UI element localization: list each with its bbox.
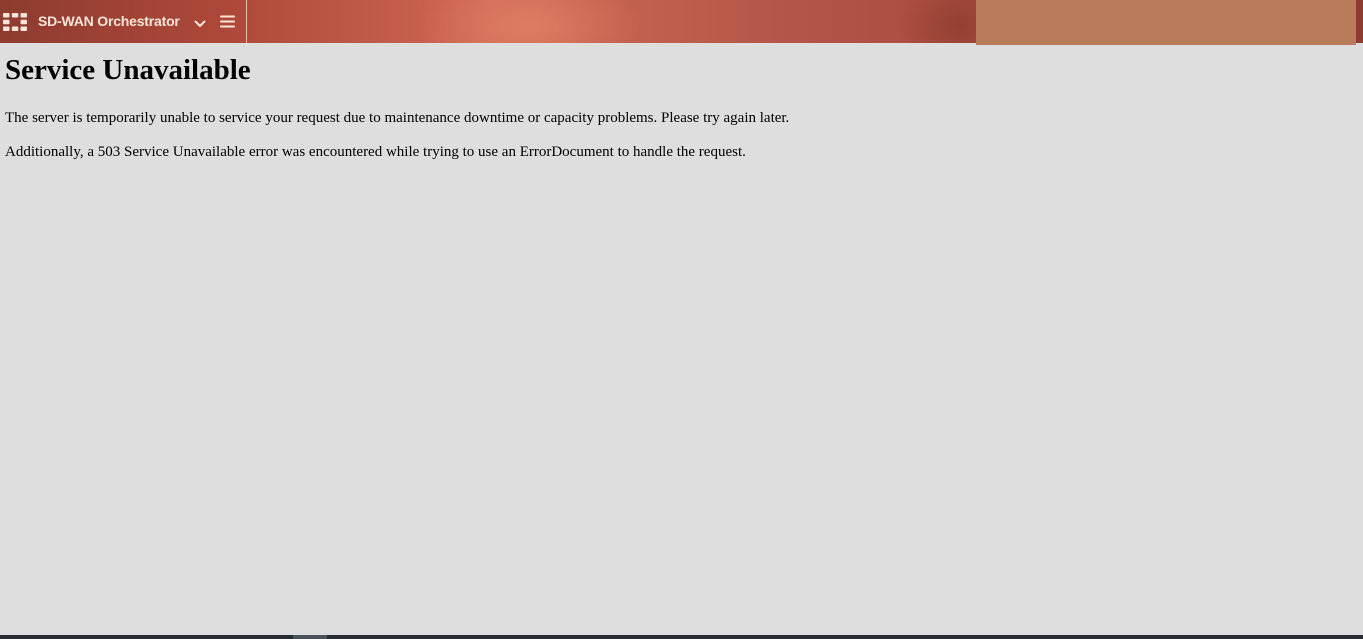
error-content: Service Unavailable The server is tempor…	[5, 52, 1345, 161]
page-title: Service Unavailable	[5, 54, 251, 86]
header-glow-decoration	[420, 0, 640, 43]
chevron-down-icon[interactable]	[194, 16, 206, 27]
fortinet-logo-icon	[3, 13, 27, 31]
error-message: The server is temporarily unable to serv…	[5, 110, 790, 126]
error-detail: Additionally, a 503 Service Unavailable …	[5, 144, 746, 160]
app-switcher[interactable]: SD-WAN Orchestrator	[0, 0, 247, 43]
scrollbar-thumb[interactable]	[293, 635, 327, 639]
hamburger-menu-icon[interactable]	[220, 15, 235, 28]
header-right-panel	[976, 0, 1356, 45]
app-title[interactable]: SD-WAN Orchestrator	[38, 12, 180, 30]
header-right-edge	[1356, 0, 1363, 43]
bottom-scrollbar-track[interactable]	[0, 635, 1363, 639]
